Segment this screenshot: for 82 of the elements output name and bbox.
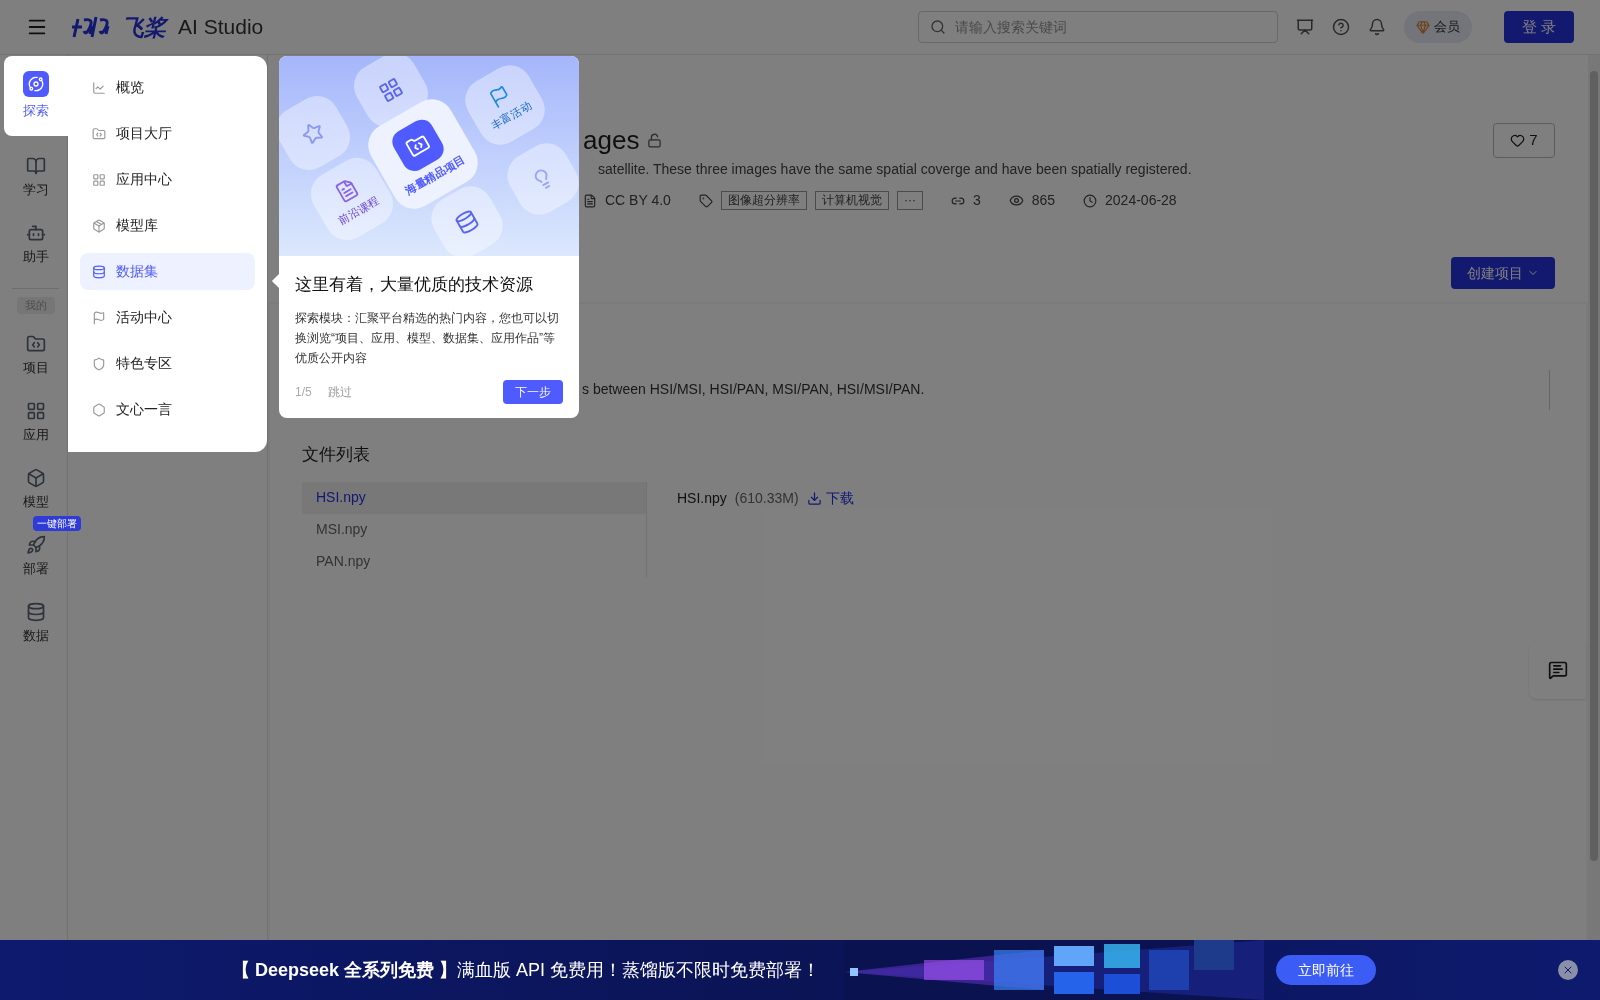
scrollbar-thumb[interactable] <box>1590 71 1598 861</box>
clock-icon <box>1083 193 1098 208</box>
product-name: AI Studio <box>178 14 264 41</box>
create-project-button[interactable]: 创建项目 <box>1451 257 1555 289</box>
chat-button[interactable] <box>1529 641 1586 699</box>
tour-body: 探索模块：汇聚平台精选的热门内容，您也可以切换浏览“项目、应用、模型、数据集、应用作品”等优质公开内容 <box>295 309 560 367</box>
search-icon <box>930 19 946 35</box>
menu-item[interactable]: 模型库 <box>80 207 255 244</box>
menu-item-icon <box>92 402 106 417</box>
link-count: 3 <box>972 191 981 210</box>
menu-item[interactable]: 文心一言 <box>80 391 255 428</box>
menu-item[interactable]: 数据集 <box>80 253 255 290</box>
menu-item-icon <box>92 310 106 325</box>
rail-icon <box>25 156 46 177</box>
menu-item[interactable]: 特色专区 <box>80 345 255 382</box>
file-list-heading: 文件列表 <box>302 444 370 466</box>
license-icon <box>583 193 597 208</box>
menu-item-icon <box>92 218 106 233</box>
tile-label: 丰富活动 <box>487 98 534 134</box>
close-icon <box>1562 964 1574 976</box>
rail-item[interactable]: 应用 <box>4 398 67 447</box>
tag-chip[interactable]: 图像超分辨率 <box>720 191 807 210</box>
menu-item[interactable]: 活动中心 <box>80 299 255 336</box>
rail-icon <box>25 400 46 421</box>
menu-item-icon <box>92 264 106 279</box>
rail-icon <box>25 534 46 555</box>
banner-text: 【 Deepseek 全系列免费 】满血版 API 免费用！蒸馏版不限时免费部署！ <box>232 958 821 982</box>
rail-item[interactable]: 模型 <box>4 465 67 514</box>
file-item[interactable]: PAN.npy <box>302 545 646 578</box>
heart-icon <box>1510 132 1526 148</box>
next-button[interactable]: 下一步 <box>503 379 563 404</box>
tag-chip[interactable]: ··· <box>896 191 923 210</box>
download-icon <box>806 490 822 506</box>
menu-item-icon <box>92 126 106 141</box>
unlock-icon <box>647 132 663 148</box>
rail-icon <box>25 223 46 244</box>
gem-icon <box>1416 20 1430 34</box>
download-link[interactable]: 下载 <box>806 487 854 509</box>
rail-item[interactable]: 探索 <box>4 56 68 136</box>
explore-icon <box>23 71 49 98</box>
tour-title: 这里有着，大量优质的技术资源 <box>295 274 534 296</box>
rail-item[interactable]: 项目 <box>4 331 67 380</box>
go-now-button[interactable]: 立即前往 <box>1276 955 1377 985</box>
eye-icon <box>1008 193 1024 208</box>
file-size: (610.33M) <box>734 488 799 508</box>
close-button[interactable] <box>1558 960 1578 980</box>
menu-item[interactable]: 概览 <box>80 69 255 106</box>
rail-item[interactable]: 学习 <box>4 154 67 202</box>
rail-icon <box>25 333 46 354</box>
rail-icon <box>25 467 46 488</box>
file-item[interactable]: HSI.npy <box>302 481 646 514</box>
login-button[interactable]: 登 录 <box>1504 11 1574 43</box>
rail-item[interactable]: 数据 <box>4 599 67 648</box>
monitor-icon[interactable] <box>1296 18 1314 36</box>
menu-item-icon <box>92 80 106 95</box>
license-text: CC BY 4.0 <box>605 191 671 210</box>
tag-icon <box>698 193 713 208</box>
like-button[interactable]: 7 <box>1493 122 1555 158</box>
rail-item[interactable]: 部署 <box>4 532 67 581</box>
tag-chip[interactable]: 计算机视觉 <box>814 191 889 210</box>
dataset-title: ages <box>583 123 640 157</box>
rail-item[interactable]: 助手 <box>4 221 67 269</box>
help-icon[interactable] <box>1332 18 1350 36</box>
file-item[interactable]: MSI.npy <box>302 513 646 546</box>
skip-link[interactable]: 跳过 <box>327 382 352 401</box>
dataset-note: s between HSI/MSI, HSI/PAN, MSI/PAN, HSI/MSI/PAN. <box>582 380 925 399</box>
rail-icon <box>25 601 46 622</box>
tile-label: 前沿课程 <box>335 192 382 229</box>
file-name: HSI.npy <box>677 488 727 508</box>
menu-item-icon <box>92 356 106 371</box>
member-button[interactable]: 会员 <box>1404 11 1472 43</box>
deploy-badge: 一键部署 <box>33 515 81 531</box>
step-counter: 1/5 <box>295 383 312 401</box>
view-count: 865 <box>1031 191 1056 210</box>
menu-item[interactable]: 项目大厅 <box>80 115 255 152</box>
menu-item-icon <box>92 172 106 187</box>
date-text: 2024-06-28 <box>1105 191 1177 210</box>
chat-icon <box>1547 660 1568 680</box>
tile-label: 海量精品项目 <box>402 151 468 199</box>
menu-item[interactable]: 应用中心 <box>80 161 255 198</box>
notification-icon[interactable] <box>1368 18 1386 36</box>
dataset-description: satellite. These three images have the same spatial coverge and have been spatially registered. <box>597 160 1193 179</box>
